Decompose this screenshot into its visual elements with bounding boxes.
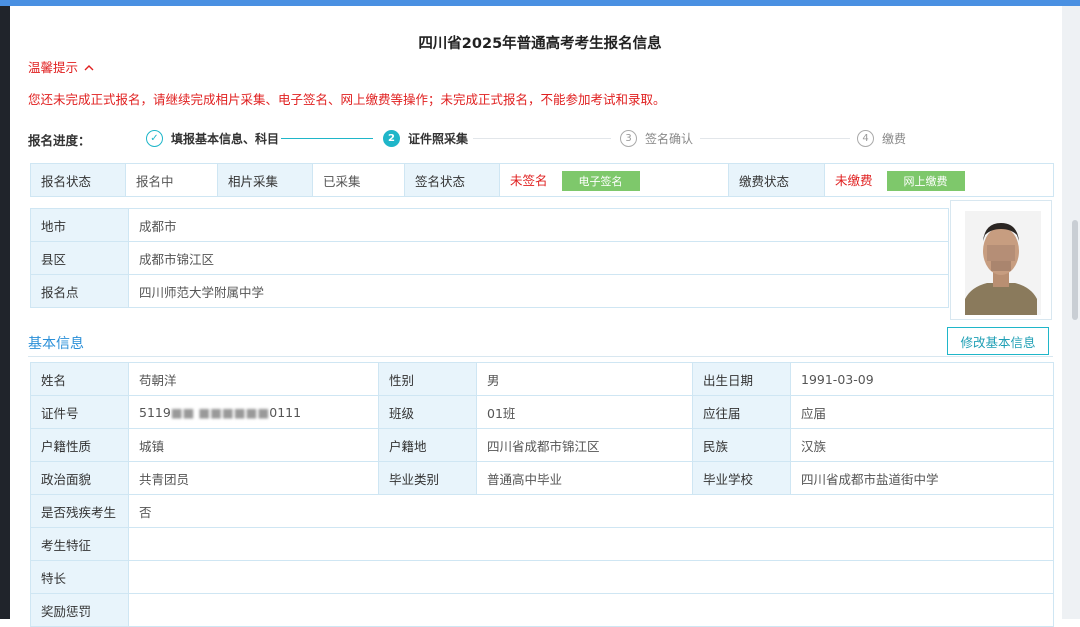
step-payment: 4 缴费	[857, 128, 906, 148]
step-label: 缴费	[882, 131, 907, 146]
sign-status-label: 签名状态	[404, 163, 500, 197]
birth-value: 1991-03-09	[790, 362, 1054, 396]
grad-type-value: 应届	[790, 395, 1054, 429]
reg-point-value: 四川师范大学附属中学	[128, 274, 949, 308]
sign-status-cell: 未签名 电子签名	[499, 163, 729, 197]
step-label: 填报基本信息、科目	[171, 131, 280, 146]
reward-label: 奖励惩罚	[30, 593, 129, 627]
ethnic-value: 汉族	[790, 428, 1054, 462]
feature-value	[128, 527, 1054, 561]
pay-status-cell: 未缴费 网上缴费	[824, 163, 1054, 197]
step-fill-info: ✓ 填报基本信息、科目	[146, 128, 279, 148]
step-label: 证件照采集	[408, 131, 469, 146]
birth-label: 出生日期	[692, 362, 791, 396]
step-number: 3	[620, 129, 637, 147]
id-suffix: 0111	[269, 404, 302, 420]
warm-tip-label: 温馨提示	[28, 60, 79, 75]
sign-status-value: 未签名	[510, 172, 548, 188]
online-payment-button[interactable]: 网上缴费	[886, 170, 965, 191]
reg-point-label: 报名点	[30, 274, 129, 308]
id-masked: ■■ ■■■■■■	[170, 404, 270, 420]
school-value: 四川省成都市盐道街中学	[790, 461, 1054, 495]
gender-label: 性别	[378, 362, 477, 396]
hukou-value: 四川省成都市锦江区	[476, 428, 693, 462]
progress-line	[700, 138, 850, 139]
page-title: 四川省2025年普通高考考生报名信息	[418, 36, 662, 52]
class-value: 01班	[476, 395, 693, 429]
city-label: 地市	[30, 208, 129, 242]
left-dark-edge	[0, 6, 10, 619]
photo-status-value: 已采集	[312, 163, 405, 197]
table-row: 报名状态 报名中 相片采集 已采集 签名状态 未签名 电子签名 缴费状态 未缴费网…	[30, 163, 1054, 197]
warning-message: 您还未完成正式报名，请继续完成相片采集、电子签名、网上缴费等操作；未完成正式报名…	[28, 92, 666, 107]
person-photo-icon	[951, 201, 1051, 319]
step-signature: 3 签名确认	[620, 128, 693, 148]
id-label: 证件号	[30, 395, 129, 429]
disabled-value: 否	[128, 494, 1054, 528]
progress-label: 报名进度：	[28, 133, 91, 148]
political-value: 共青团员	[128, 461, 379, 495]
id-prefix: 5119	[139, 404, 171, 420]
feature-label: 考生特征	[30, 527, 129, 561]
step-photo: 2 证件照采集	[383, 128, 468, 148]
section-divider	[28, 356, 1053, 357]
step-number: 4	[857, 129, 874, 147]
progress-line	[473, 138, 611, 139]
district-value: 成都市锦江区	[128, 241, 949, 275]
hukou-type-value: 城镇	[128, 428, 379, 462]
table-row: 地市 成都市	[30, 208, 949, 242]
photo-status-label: 相片采集	[217, 163, 313, 197]
table-row: 是否残疾考生 否	[30, 494, 1054, 528]
hukou-type-label: 户籍性质	[30, 428, 129, 462]
id-value: 5119■■ ■■■■■■0111	[128, 395, 379, 429]
grad-category-label: 毕业类别	[378, 461, 477, 495]
reward-value	[128, 593, 1054, 627]
pay-status-label: 缴费状态	[728, 163, 825, 197]
chevron-up-icon	[84, 60, 94, 75]
candidate-photo	[950, 200, 1052, 320]
name-value: 苟朝洋	[128, 362, 379, 396]
table-row: 特长	[30, 560, 1054, 594]
pay-status-value: 未缴费	[835, 172, 873, 188]
district-label: 县区	[30, 241, 129, 275]
hukou-label: 户籍地	[378, 428, 477, 462]
city-value: 成都市	[128, 208, 949, 242]
political-label: 政治面貌	[30, 461, 129, 495]
school-label: 毕业学校	[692, 461, 791, 495]
grad-category-value: 普通高中毕业	[476, 461, 693, 495]
reg-status-value: 报名中	[125, 163, 218, 197]
step-label: 签名确认	[645, 131, 694, 146]
scrollbar-thumb[interactable]	[1072, 220, 1078, 320]
e-signature-button[interactable]: 电子签名	[561, 170, 640, 191]
table-row: 奖励惩罚	[30, 593, 1054, 627]
location-table: 地市 成都市 县区 成都市锦江区 报名点 四川师范大学附属中学	[30, 208, 949, 308]
ethnic-label: 民族	[692, 428, 791, 462]
class-label: 班级	[378, 395, 477, 429]
basic-info-title: 基本信息	[28, 336, 84, 352]
warm-tip-toggle[interactable]: 温馨提示	[28, 57, 94, 76]
status-table: 报名状态 报名中 相片采集 已采集 签名状态 未签名 电子签名 缴费状态 未缴费网…	[30, 163, 1054, 197]
table-row: 报名点 四川师范大学附属中学	[30, 274, 949, 308]
specialty-label: 特长	[30, 560, 129, 594]
name-label: 姓名	[30, 362, 129, 396]
reg-status-label: 报名状态	[30, 163, 126, 197]
table-row: 姓名 苟朝洋 性别 男 出生日期 1991-03-09	[30, 362, 1054, 396]
table-row: 县区 成都市锦江区	[30, 241, 949, 275]
table-row: 考生特征	[30, 527, 1054, 561]
edit-basic-info-button[interactable]: 修改基本信息	[947, 327, 1049, 355]
table-row: 证件号 5119■■ ■■■■■■0111 班级 01班 应往届 应届	[30, 395, 1054, 429]
grad-type-label: 应往届	[692, 395, 791, 429]
disabled-label: 是否残疾考生	[30, 494, 129, 528]
table-row: 政治面貌 共青团员 毕业类别 普通高中毕业 毕业学校 四川省成都市盐道街中学	[30, 461, 1054, 495]
check-icon: ✓	[146, 129, 163, 147]
step-number: 2	[383, 129, 400, 147]
top-accent-bar	[0, 0, 1080, 6]
gender-value: 男	[476, 362, 693, 396]
table-row: 户籍性质 城镇 户籍地 四川省成都市锦江区 民族 汉族	[30, 428, 1054, 462]
progress-line	[281, 138, 373, 139]
specialty-value	[128, 560, 1054, 594]
basic-info-table: 姓名 苟朝洋 性别 男 出生日期 1991-03-09 证件号 5119■■ ■…	[30, 362, 1054, 627]
